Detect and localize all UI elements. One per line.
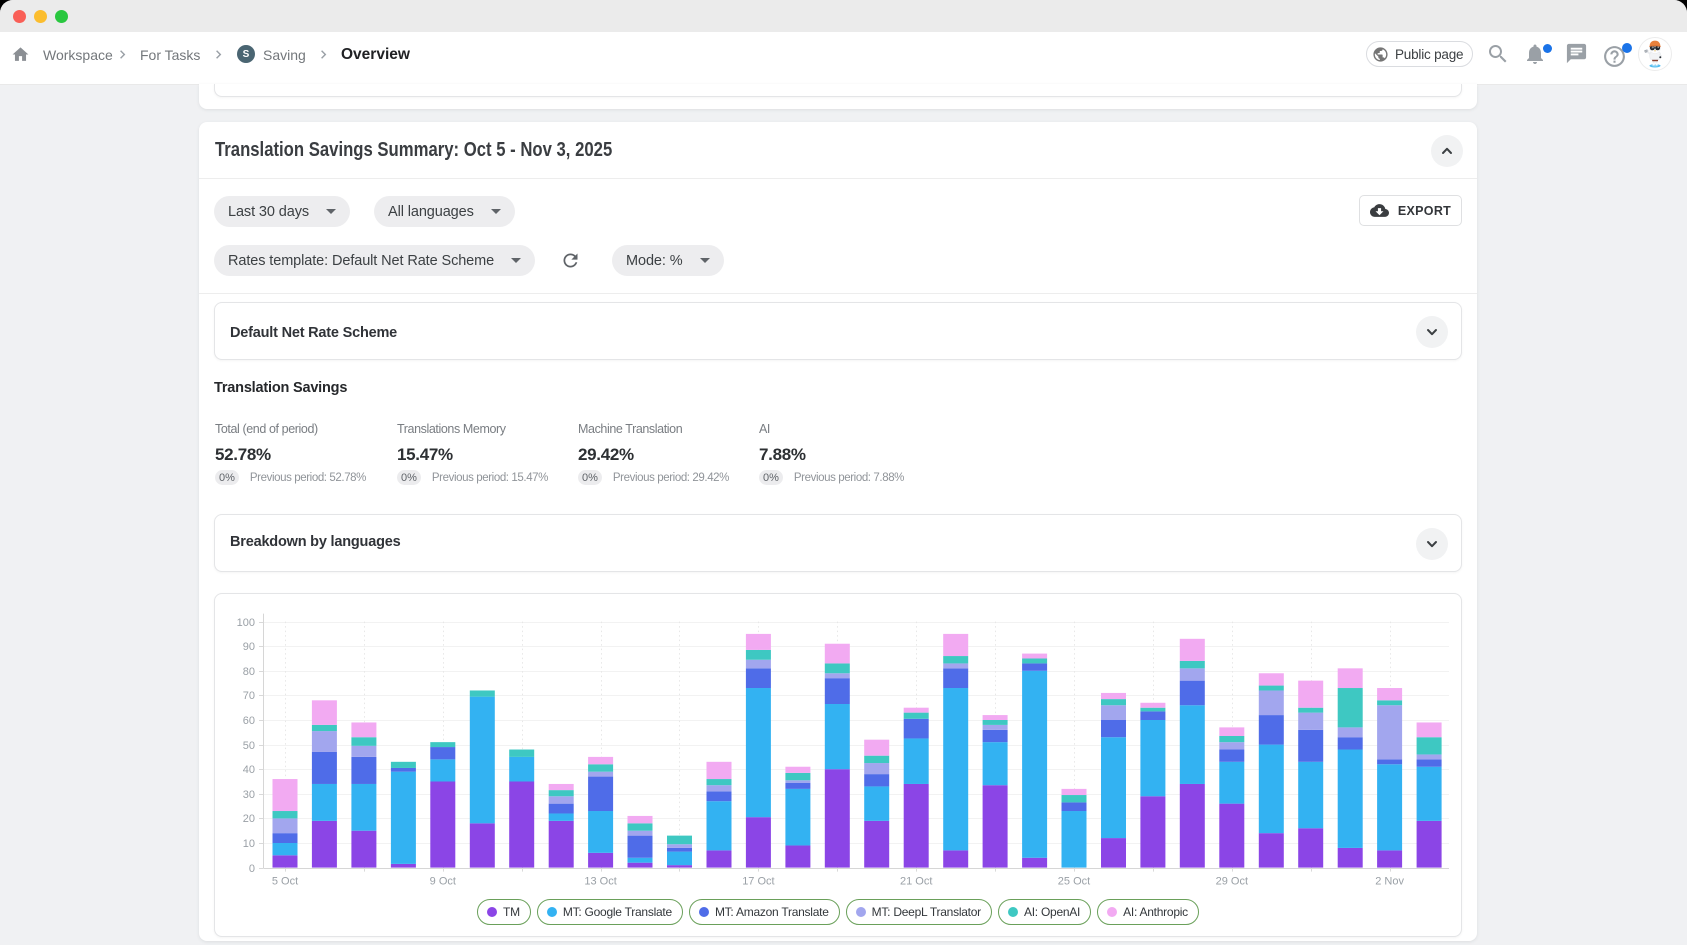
svg-text:60: 60 — [243, 715, 255, 727]
svg-text:5 Oct: 5 Oct — [272, 876, 298, 888]
svg-text:70: 70 — [243, 690, 255, 702]
svg-text:90: 90 — [243, 641, 255, 653]
svg-text:100: 100 — [237, 617, 255, 629]
svg-text:13 Oct: 13 Oct — [584, 876, 616, 888]
svg-text:29 Oct: 29 Oct — [1216, 876, 1248, 888]
svg-text:40: 40 — [243, 764, 255, 776]
svg-text:9 Oct: 9 Oct — [430, 876, 456, 888]
svg-text:50: 50 — [243, 740, 255, 752]
svg-text:10: 10 — [243, 838, 255, 850]
svg-text:30: 30 — [243, 789, 255, 801]
svg-text:2 Nov: 2 Nov — [1375, 876, 1404, 888]
svg-text:17 Oct: 17 Oct — [742, 876, 774, 888]
svg-text:0: 0 — [249, 863, 255, 875]
svg-text:20: 20 — [243, 813, 255, 825]
svg-text:80: 80 — [243, 666, 255, 678]
svg-text:25 Oct: 25 Oct — [1058, 876, 1090, 888]
svg-text:21 Oct: 21 Oct — [900, 876, 932, 888]
